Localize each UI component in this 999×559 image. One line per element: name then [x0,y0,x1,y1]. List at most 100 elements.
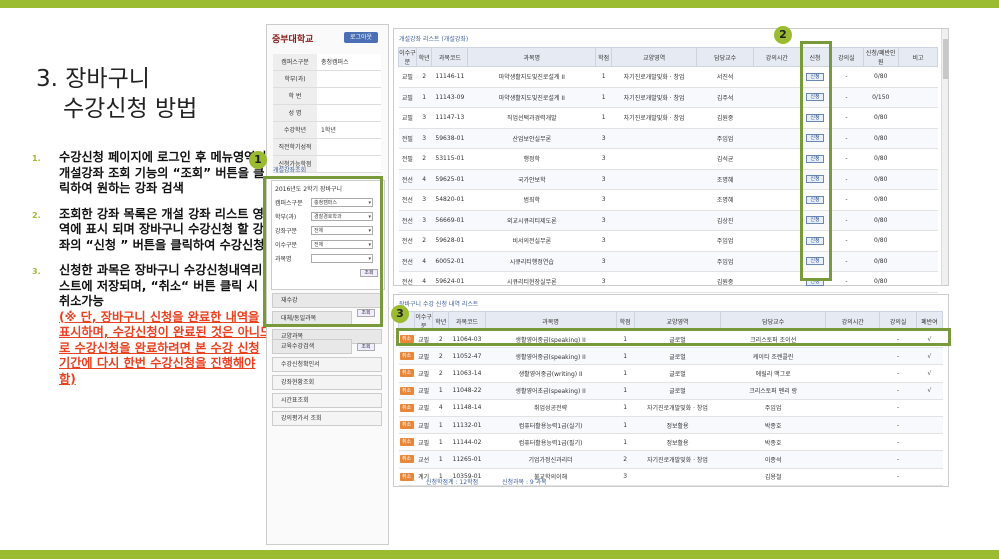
table-cell [753,87,801,108]
table-cell: 53115-01 [431,148,468,170]
table-cell: 취소 [398,399,415,417]
table-cell [611,251,697,272]
table-cell: - [829,66,863,88]
table-cell [611,210,697,231]
table-cell: - [829,230,863,252]
table-cell: 1 [432,433,449,452]
table-cell: 0/150 [863,87,899,108]
table-cell: √ [916,364,943,383]
table-cell: 3 [595,128,612,149]
info-value [317,139,381,155]
cancel-button[interactable]: 취소 [399,438,414,447]
table-cell: 박종호 [720,416,826,435]
info-row: 수강학년 1학년 [273,122,381,139]
table-cell [753,189,801,211]
table-cell: - [879,468,917,486]
cancel-button[interactable]: 취소 [399,352,414,361]
info-value [317,71,381,87]
table-cell: 취소 [398,416,415,435]
table-cell: 2 [416,66,432,88]
table-cell: 전선 [398,251,417,272]
table-cell: 전필 [398,128,417,149]
course-list-scrollbar[interactable] [941,29,948,285]
course-table: 이수구분 학년 과목코드 과목명 학점 교양영역 담당교수 강의시간 신청 강의실 신청/폐반인원 비… [398,47,939,293]
slide-title-line2: 수강신청 방법 [63,96,198,122]
table-cell: 54820-01 [431,189,468,211]
table-cell [916,416,943,435]
table-cell: 행정학 [467,148,596,170]
table-cell: 기업가정신과리더 [485,450,617,469]
logout-button[interactable]: 로그아웃 [344,32,378,43]
table-cell [916,433,943,452]
table-cell: 2 [616,450,635,469]
scrollbar-thumb[interactable] [943,39,948,79]
cancel-button[interactable]: 취소 [399,369,414,378]
table-cell: 56669-01 [431,210,468,231]
menu-course-evaluation[interactable]: 강의평가서 조회 [272,411,382,426]
table-cell: 2 [416,148,432,170]
cancel-button[interactable]: 취소 [399,403,414,412]
menu-course-status[interactable]: 강좌현황조회 [272,375,382,390]
table-cell [898,87,938,108]
table-cell: 김주석 [696,87,754,108]
table-cell [611,128,697,149]
table-cell [825,416,880,435]
cancel-button[interactable]: 취소 [399,455,414,464]
table-cell: 0/80 [863,107,899,129]
table-cell: 취업성공전략 [485,399,617,417]
info-value: 충청캠퍼스 [317,54,381,70]
table-cell [898,189,938,211]
table-cell: - [829,169,863,190]
table-cell [825,433,880,452]
table-cell: - [829,148,863,170]
step-text: 신청한 과목은 장바구니 수강신청내역리스트에 저장되며, “취소“ 버튼 클릭… [59,263,263,308]
menu-education-search[interactable]: 교육수강검색 [272,339,352,354]
table-cell: 4 [416,169,432,190]
table-cell: 마약생활지도및진로설계 II [467,66,596,88]
table-cell: 60052-01 [431,251,468,272]
slide-title: 3. 장바구니 수강신청 방법 [36,64,197,124]
table-cell: - [879,450,917,469]
table-row: 교필 3 11147-13 직업선택과경력개발 1 자기진로개발및화 · 창업 김원중 신청 -… [398,107,938,129]
info-label: 학부(과) [273,71,317,87]
cancel-button[interactable]: 취소 [399,421,414,430]
table-cell: 직업선택과경력개발 [467,107,596,129]
table-cell [825,347,880,366]
search-button[interactable]: 조회 [357,343,375,351]
column-header: 과목코드 [431,47,469,67]
info-value: 1학년 [317,122,381,138]
table-cell: 0/80 [863,128,899,149]
table-cell [898,107,938,129]
column-header: 담당교수 [696,47,754,67]
table-cell: 1 [616,433,635,452]
menu-timetable[interactable]: 시간표조회 [272,393,382,408]
table-cell [753,210,801,231]
table-cell: 0/80 [863,66,899,88]
column-header: 강의시간 [752,47,801,67]
table-cell: 0/80 [863,251,899,272]
table-cell: 3 [595,189,612,211]
cancel-button[interactable]: 취소 [399,472,414,481]
table-cell: 3 [595,169,612,190]
step-badge-3: 3 [391,305,409,323]
table-row: 교필 1 11143-09 마약생활지도및진로설계 II 1 자기진로개발및화 · 창업 김… [398,87,938,108]
table-cell: 59628-01 [431,230,468,252]
table-cell: 컴퓨터활용능력1급(필기) [485,433,617,452]
highlight-cart-row [396,328,951,346]
table-cell: 59624-01 [431,271,468,293]
table-row: 취소 계기 1 10359-01 불교학의이해 3 김용철 - [398,468,943,486]
highlight-search-box [263,176,383,327]
table-row: 전필 2 53115-01 행정학 3 김석균 신청 -0/80 [398,148,938,170]
cancel-button[interactable]: 취소 [399,386,414,395]
table-cell: 1 [432,416,449,435]
table-row: 취소 교필 1 11144-02 컴퓨터활용능력1급(필기) 1 정보활용 박종호 - [398,433,943,452]
table-cell: 11147-13 [431,107,468,129]
table-cell: - [879,347,917,366]
menu-enrollment-certificate[interactable]: 수강신청확인서 [272,357,382,372]
table-cell: 교필 [398,107,417,129]
column-header: 학점 [595,47,613,67]
table-cell: 1 [616,347,635,366]
table-cell: 취소 [398,433,415,452]
table-cell: 비서의전실무론 [467,230,596,252]
table-cell [898,128,938,149]
